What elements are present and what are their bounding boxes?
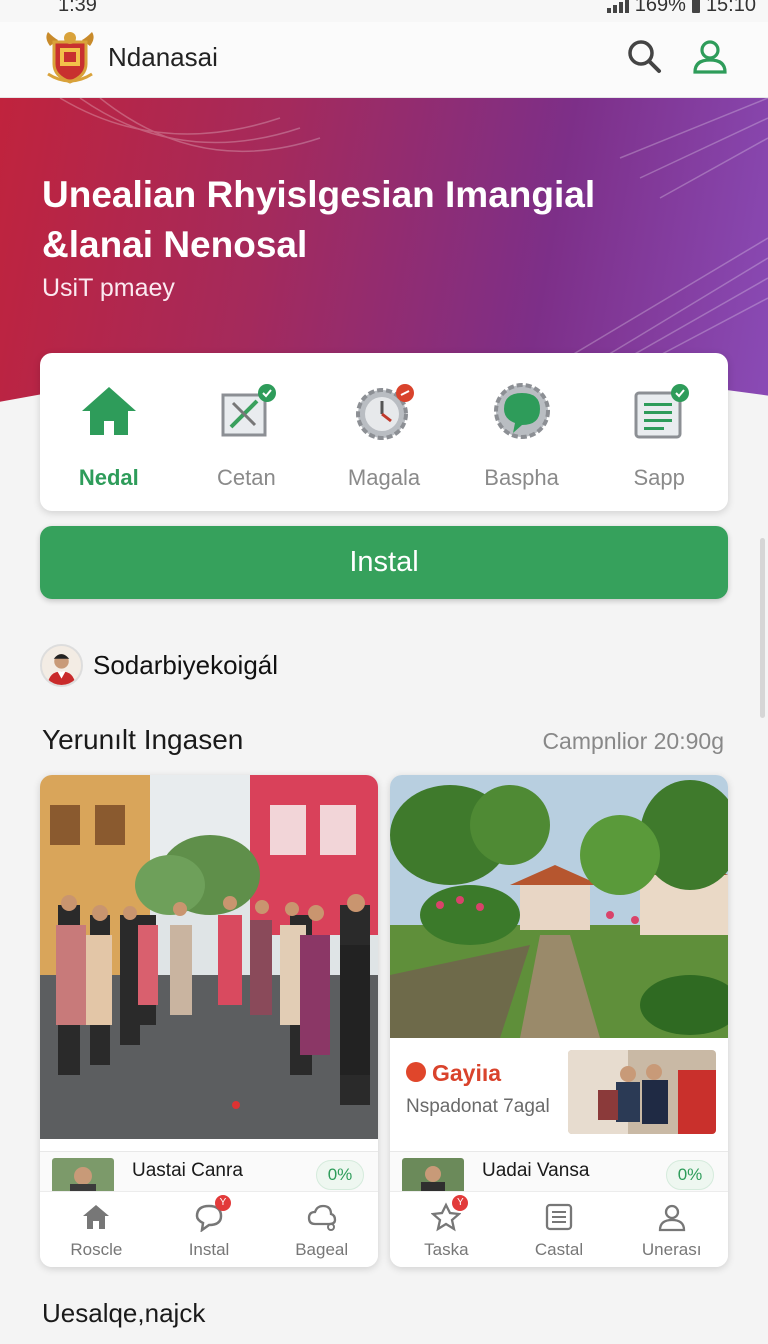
card-tabbar-right: Y Taska Castal Unerası [390, 1191, 728, 1267]
quick-action-label: Sapp [633, 465, 685, 490]
news-card-right[interactable]: Gayiıa Nspadonat 7agal Uadai Vansa 0% Y … [390, 775, 728, 1267]
quick-action-nedal[interactable]: Nedal [46, 381, 172, 491]
star-chat-icon: Y [430, 1195, 469, 1232]
promo-thumbnail [568, 1050, 716, 1134]
scrollbar[interactable] [760, 538, 765, 718]
quick-action-cetan[interactable]: Cetan [183, 381, 309, 491]
tab-instal[interactable]: Y Instal [153, 1192, 266, 1267]
battery-text: 169% [634, 0, 686, 16]
quick-action-magala[interactable]: Magala [321, 381, 447, 491]
crowd-photo [40, 775, 378, 1139]
tab-label: Bageal [295, 1240, 349, 1259]
user-icon [658, 1204, 685, 1232]
list-document-icon [634, 384, 690, 439]
profile-row[interactable]: Sodarbiyekoigál [40, 643, 278, 687]
tab-castal[interactable]: Castal [503, 1192, 616, 1267]
promo-dot-icon [406, 1062, 426, 1082]
status-right: 169% 15:10 [606, 0, 756, 17]
edit-document-icon [221, 384, 277, 437]
quick-action-sapp[interactable]: Sapp [596, 381, 722, 491]
news-card-left[interactable]: Uastai Canra 0% Roscle Y Instal Bageal [40, 775, 378, 1267]
install-button[interactable]: Instal [40, 526, 728, 599]
quick-action-label: Nedal [78, 465, 139, 490]
tab-bageal[interactable]: Bageal [265, 1192, 378, 1267]
tab-label: Taska [424, 1240, 469, 1259]
home-icon [83, 1205, 110, 1229]
promo-subtitle: Nspadonat 7agal [406, 1096, 550, 1117]
profile-name: Sodarbiyekoigál [93, 649, 279, 680]
tab-label: Instal [188, 1240, 230, 1259]
quick-action-label: Cetan [217, 465, 276, 490]
section-title: Yerunılt Ingasen [42, 724, 244, 755]
quick-actions-card: Nedal Cetan Magala Baspha Sapp [40, 353, 728, 511]
quick-action-baspha[interactable]: Baspha [459, 381, 585, 491]
percent-badge: 0% [666, 1160, 714, 1190]
hero-subtitle: UsiT pmaey [42, 274, 175, 302]
tab-label: Castal [534, 1240, 584, 1259]
tab-unerasi[interactable]: Unerası [615, 1192, 728, 1267]
quick-action-label: Baspha [484, 465, 559, 490]
list-icon [545, 1203, 573, 1231]
clock-gear-icon [355, 384, 414, 440]
crest-logo-icon[interactable] [40, 28, 100, 86]
tab-label: Roscle [70, 1240, 123, 1259]
app-header: Ndanasai [0, 22, 768, 98]
user-icon[interactable] [690, 36, 730, 76]
status-clock: 15:10 [705, 0, 756, 16]
status-bar: 1:39 169% 15:10 [0, 0, 768, 22]
mini-title: Uastai Canra [132, 1160, 243, 1181]
mini-title: Uadai Vansa [482, 1160, 590, 1181]
chat-bubble-icon: Y [194, 1195, 231, 1233]
battery-icon [691, 0, 700, 13]
status-time: 1:39 [58, 0, 97, 16]
app-name: Ndanasai [108, 42, 218, 72]
tab-roscle[interactable]: Roscle [40, 1192, 153, 1267]
footer-section-title: Uesalqe,najck [42, 1298, 206, 1328]
notification-badge: Y [215, 1195, 231, 1211]
garden-photo [390, 775, 728, 1038]
promo-block[interactable]: Gayiıa Nspadonat 7agal [390, 1038, 728, 1144]
percent-badge: 0% [316, 1160, 364, 1190]
notification-badge: Y [452, 1195, 469, 1211]
tab-taska[interactable]: Y Taska [390, 1192, 503, 1267]
quick-action-label: Magala [347, 465, 421, 490]
tab-label: Unerası [641, 1240, 702, 1259]
promo-title: Gayiıa [432, 1060, 502, 1086]
home-icon [81, 387, 136, 435]
hero-title: Unealian Rhyislgesian Imangial &lanai Ne… [42, 174, 596, 265]
avatar [40, 643, 83, 687]
section-meta: Campnlior 20:90g [542, 728, 724, 754]
card-tabbar-left: Roscle Y Instal Bageal [40, 1191, 378, 1267]
signal-icon [606, 0, 629, 13]
cloud-chat-icon [307, 1204, 336, 1231]
chat-gear-icon [493, 383, 550, 439]
search-icon[interactable] [624, 36, 664, 76]
